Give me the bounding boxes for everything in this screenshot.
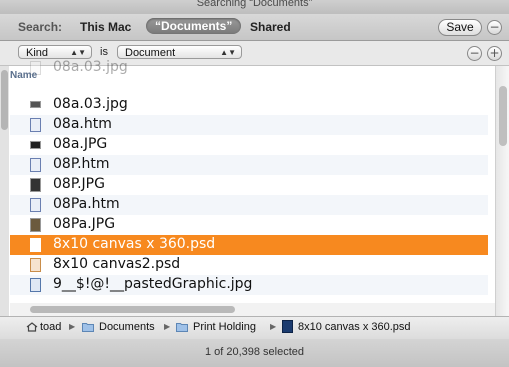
search-label: Search: <box>18 20 63 34</box>
scope-shared[interactable]: Shared <box>250 20 291 34</box>
horizontal-scroll-thumb[interactable] <box>30 306 235 313</box>
path-separator-icon: ▶ <box>69 322 76 331</box>
kind-value-popup[interactable]: Document ▲▼ <box>117 45 242 59</box>
list-item[interactable]: 08Pa.htm <box>10 195 488 215</box>
image-file-icon <box>30 101 41 108</box>
scope-this-mac[interactable]: This Mac <box>80 20 131 34</box>
list-item-selected[interactable]: 8x10 canvas x 360.psd <box>10 235 488 255</box>
file-name: 08a.JPG <box>53 136 108 152</box>
operator-label: is <box>100 46 108 58</box>
psd-file-icon <box>30 238 41 252</box>
list-item[interactable]: 08P.JPG <box>10 175 488 195</box>
image-file-icon <box>30 218 41 232</box>
image-file-icon <box>30 278 41 292</box>
html-file-icon <box>30 198 41 212</box>
psd-file-icon <box>30 258 41 272</box>
left-scrollbar[interactable] <box>0 66 9 316</box>
image-file-icon <box>30 141 41 149</box>
title-bar[interactable]: Searching “Documents” <box>0 0 509 14</box>
list-item[interactable]: 08a.htm <box>10 115 488 135</box>
file-name: 08a.htm <box>53 116 112 132</box>
html-file-icon <box>30 158 41 172</box>
list-item[interactable]: 08Pa.JPG <box>10 215 488 235</box>
list-item[interactable]: 9__$!@!__pastedGraphic.jpg <box>10 275 488 295</box>
left-scroll-thumb[interactable] <box>1 70 8 130</box>
horizontal-scrollbar[interactable] <box>10 303 495 316</box>
html-file-icon <box>30 118 41 132</box>
file-name: 08a.03.jpg <box>53 96 128 112</box>
search-scope-bar: Search: This Mac “Documents” Shared Save… <box>0 14 509 41</box>
file-name: 8x10 canvas x 360.psd <box>53 236 216 252</box>
folder-icon <box>176 323 188 332</box>
attribute-popup[interactable]: Kind ▲▼ <box>18 45 92 59</box>
file-name: 08Pa.htm <box>53 196 120 212</box>
image-file-icon <box>30 178 41 192</box>
psd-file-icon <box>282 320 293 333</box>
close-search-icon[interactable]: − <box>487 20 502 35</box>
file-name: 08P.JPG <box>53 176 105 192</box>
finder-search-window: Searching “Documents” Search: This Mac “… <box>0 0 509 367</box>
save-search-button[interactable]: Save <box>438 19 482 36</box>
path-separator-icon: ▶ <box>270 322 277 331</box>
list-item[interactable]: 08a.03.jpg <box>10 95 488 115</box>
list-item[interactable]: 08P.htm <box>10 155 488 175</box>
folder-icon <box>82 323 94 332</box>
status-bar: 1 of 20,398 selected <box>0 339 509 367</box>
list-item[interactable]: 08a.03.jpg <box>10 58 488 78</box>
vertical-scrollbar[interactable] <box>495 66 509 316</box>
path-separator-icon: ▶ <box>164 322 171 331</box>
name-column-header[interactable]: Name <box>10 70 37 81</box>
file-name: 8x10 canvas2.psd <box>53 256 181 272</box>
file-name: 08Pa.JPG <box>53 216 116 232</box>
file-name: 08a.03.jpg <box>53 59 128 75</box>
path-crumb-file[interactable]: 8x10 canvas x 360.psd <box>298 321 411 333</box>
path-bar: toad ▶ Documents ▶ Print Holding ▶ 8x10 … <box>0 316 509 340</box>
home-icon <box>26 322 38 332</box>
path-crumb-documents[interactable]: Documents <box>99 321 155 333</box>
window-title: Searching “Documents” <box>196 0 313 9</box>
selection-count: 1 of 20,398 selected <box>204 346 305 358</box>
file-name: 08P.htm <box>53 156 110 172</box>
path-crumb-home[interactable]: toad <box>40 321 61 333</box>
list-item[interactable]: 08a.JPG <box>10 135 488 155</box>
results-list[interactable]: Name 08a.03.jpg 08a.03.jpg 08a.htm 08a.J… <box>0 59 509 316</box>
add-criterion-icon[interactable]: + <box>487 46 502 61</box>
vertical-scroll-thumb[interactable] <box>499 86 507 146</box>
path-crumb-print-holding[interactable]: Print Holding <box>193 321 256 333</box>
list-item[interactable]: 8x10 canvas2.psd <box>10 255 488 275</box>
file-name: 9__$!@!__pastedGraphic.jpg <box>53 276 253 292</box>
scope-documents[interactable]: “Documents” <box>146 18 242 34</box>
